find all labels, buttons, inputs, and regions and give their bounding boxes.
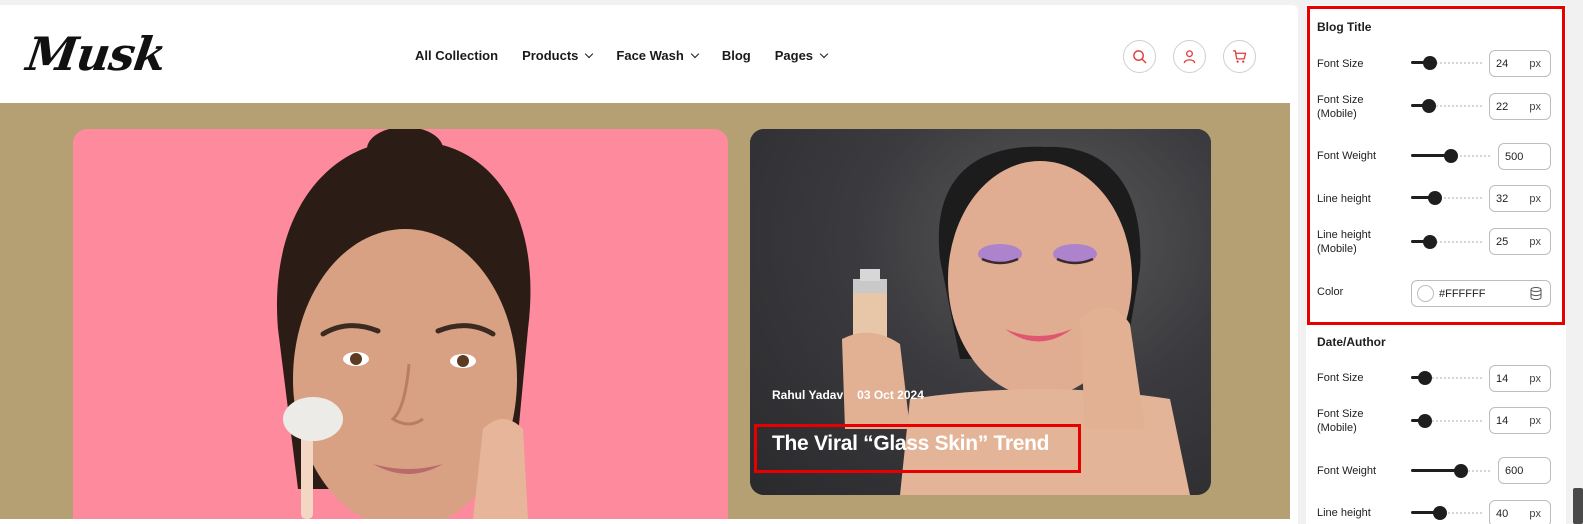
post-date: 03 Oct 2024: [857, 388, 924, 402]
line-height-slider[interactable]: [1411, 506, 1483, 520]
nav-item-products[interactable]: Products: [522, 48, 594, 63]
nav-item-all-collection[interactable]: All Collection: [415, 48, 498, 63]
line-height-input[interactable]: 40 px: [1489, 500, 1551, 524]
cart-icon: [1232, 50, 1247, 63]
site-logo[interactable]: Musk: [23, 27, 169, 81]
main-nav: All Collection Products Face Wash Blog P…: [415, 48, 851, 63]
slider-handle[interactable]: [1433, 506, 1447, 520]
blog-card-image[interactable]: [73, 129, 728, 519]
post-meta: Rahul Yadav 03 Oct 2024: [772, 388, 924, 402]
nav-label: Products: [522, 48, 579, 63]
input-value: 14: [1496, 372, 1509, 385]
font-size-mobile-input[interactable]: 14 px: [1489, 407, 1551, 434]
editor-root: Musk All Collection Products Face Wash B…: [0, 0, 1583, 524]
slider-handle[interactable]: [1418, 371, 1432, 385]
site-header: Musk All Collection Products Face Wash B…: [0, 5, 1298, 108]
chevron-down-icon: [585, 49, 594, 59]
user-icon: [1183, 50, 1196, 64]
nav-label: Pages: [774, 48, 814, 63]
header-icons: [1123, 40, 1256, 73]
font-weight-label: Font Weight: [1317, 465, 1377, 477]
nav-label: Blog: [721, 48, 751, 63]
font-size-label: Font Size: [1317, 372, 1364, 384]
cart-button[interactable]: [1223, 40, 1256, 73]
woman-portrait-image: [276, 129, 531, 519]
nav-item-face-wash[interactable]: Face Wash: [616, 48, 700, 63]
input-value: 600: [1505, 464, 1524, 477]
chevron-down-icon: [819, 49, 829, 59]
slider-handle[interactable]: [1418, 414, 1432, 428]
nav-label: Face Wash: [616, 48, 684, 63]
unit-label: px: [1529, 507, 1541, 520]
post-author[interactable]: Rahul Yadav: [772, 388, 843, 402]
highlight-box: [1307, 6, 1565, 325]
nav-item-blog[interactable]: Blog: [722, 48, 751, 63]
font-weight-slider[interactable]: [1411, 464, 1491, 478]
account-button[interactable]: [1173, 40, 1206, 73]
font-size-slider[interactable]: [1411, 371, 1483, 385]
input-value: 14: [1496, 414, 1509, 427]
font-size-input[interactable]: 14 px: [1489, 365, 1551, 392]
chevron-down-icon: [690, 49, 700, 59]
font-size-mobile-label: Font Size (Mobile): [1317, 408, 1364, 434]
unit-label: px: [1529, 372, 1541, 385]
line-height-label: Line height: [1317, 507, 1371, 519]
font-size-mobile-slider[interactable]: [1411, 414, 1483, 428]
font-weight-input[interactable]: 600: [1498, 457, 1551, 484]
unit-label: px: [1529, 414, 1541, 427]
input-value: 40: [1496, 507, 1509, 520]
nav-item-pages[interactable]: Pages: [774, 48, 829, 63]
search-icon: [1133, 50, 1147, 64]
highlight-box: [754, 424, 1081, 473]
panel-scrollbar[interactable]: [1573, 488, 1583, 524]
search-button[interactable]: [1123, 40, 1156, 73]
slider-handle[interactable]: [1454, 464, 1468, 478]
nav-label: All Collection: [415, 48, 499, 63]
section-heading-date-author: Date/Author: [1317, 335, 1386, 349]
